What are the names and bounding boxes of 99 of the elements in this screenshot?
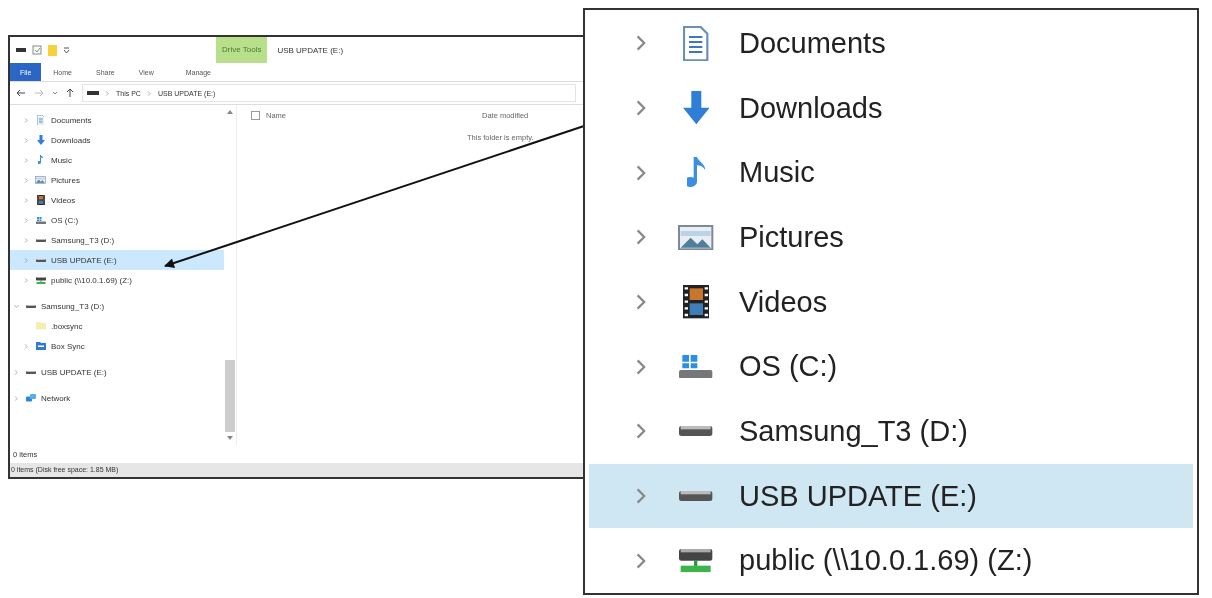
nav-item-label: USB UPDATE (E:): [41, 367, 107, 377]
system-drive-icon: [35, 216, 46, 224]
drive-icon: [25, 370, 36, 374]
nav-item[interactable]: Pictures: [589, 205, 1193, 270]
document-icon: [683, 25, 709, 61]
drive-icon: [35, 258, 46, 262]
nav-item[interactable]: OS (C:): [10, 210, 224, 230]
nav-item[interactable]: Music: [10, 150, 224, 170]
film-icon: [36, 195, 45, 205]
chevron-right-icon[interactable]: [22, 276, 30, 284]
nav-item[interactable]: public (\\10.0.1.69) (Z:): [10, 270, 224, 290]
nav-item-label: Documents: [739, 26, 886, 60]
nav-item-label: Videos: [739, 285, 828, 319]
nav-item[interactable]: Pictures: [10, 170, 224, 190]
chevron-right-icon[interactable]: [22, 156, 30, 164]
scrollbar-thumb[interactable]: [225, 360, 235, 432]
drive-icon: [35, 238, 46, 242]
chevron-right-icon[interactable]: [145, 89, 153, 97]
nav-item[interactable]: Samsung_T3 (D:): [589, 399, 1193, 464]
drive-icon: [679, 491, 713, 502]
nav-item-label: Documents: [51, 115, 92, 125]
music-note-icon: [686, 156, 706, 189]
network-drive-icon: [679, 549, 713, 573]
nav-item-label: Samsung_T3 (D:): [51, 235, 115, 245]
nav-item[interactable]: Music: [589, 140, 1193, 205]
nav-item-label: .boxsync: [51, 321, 83, 331]
dropdown-icon[interactable]: [52, 90, 58, 96]
drive-icon: [679, 426, 713, 437]
nav-item[interactable]: OS (C:): [589, 334, 1193, 400]
nav-item-label: Downloads: [51, 135, 91, 145]
nav-item[interactable]: USB UPDATE (E:): [10, 250, 224, 270]
nav-item-label: public (\\10.0.1.69) (Z:): [51, 275, 132, 285]
chevron-right-icon[interactable]: [22, 136, 30, 144]
folder-icon: [35, 322, 46, 330]
context-tab-label: Drive Tools: [216, 37, 268, 63]
nav-item-label: OS (C:): [739, 350, 838, 384]
chevron-right-icon[interactable]: [22, 342, 30, 350]
drive-icon[interactable]: [16, 47, 26, 53]
drive-icon: [87, 90, 99, 96]
nav-item-label: Music: [51, 155, 72, 165]
music-note-icon: [37, 155, 44, 165]
film-icon: [682, 285, 710, 319]
chevron-right-icon[interactable]: [104, 89, 111, 97]
nav-item-label: USB UPDATE (E:): [739, 479, 977, 513]
nav-item-label: Pictures: [51, 175, 80, 185]
chevron-right-icon[interactable]: [22, 116, 30, 124]
down-arrow-icon: [682, 91, 710, 125]
nav-item[interactable]: Videos: [589, 269, 1193, 335]
nav-item-label: Pictures: [739, 220, 844, 254]
picture-icon: [678, 224, 714, 250]
nav-item[interactable]: Downloads: [589, 75, 1193, 141]
nav-item-label: USB UPDATE (E:): [51, 255, 117, 265]
scroll-up-icon[interactable]: [227, 109, 233, 114]
folder-icon[interactable]: [48, 44, 57, 56]
down-arrow-icon: [36, 135, 45, 145]
nav-item[interactable]: Box Sync: [10, 336, 224, 356]
nav-item-label: OS (C:): [51, 215, 79, 225]
nav-item[interactable]: Samsung_T3 (D:): [10, 296, 224, 316]
chevron-right-icon[interactable]: [12, 368, 20, 376]
nav-item-label: Videos: [51, 195, 76, 205]
nav-item[interactable]: Documents: [10, 110, 224, 130]
nav-item[interactable]: public (\\10.0.1.69) (Z:): [589, 528, 1193, 594]
nav-item[interactable]: Samsung_T3 (D:): [10, 230, 224, 250]
chevron-right-icon[interactable]: [22, 216, 30, 224]
back-icon[interactable]: [16, 89, 26, 97]
nav-item-label: Samsung_T3 (D:): [739, 414, 968, 448]
picture-icon: [35, 176, 46, 184]
nav-item-label: Network: [41, 393, 71, 403]
nav-item-label: Downloads: [739, 91, 883, 125]
chevron-right-icon[interactable]: [22, 256, 30, 264]
nav-item[interactable]: USB UPDATE (E:): [10, 362, 224, 382]
nav-item[interactable]: Documents: [589, 11, 1193, 76]
forward-icon[interactable]: [34, 89, 44, 97]
nav-item[interactable]: USB UPDATE (E:): [589, 463, 1193, 529]
chevron-right-icon[interactable]: [12, 394, 20, 402]
chevron-right-icon[interactable]: [22, 196, 30, 204]
chevron-right-icon[interactable]: [22, 236, 30, 244]
nav-item-label: Music: [739, 156, 815, 190]
nav-item-label: Samsung_T3 (D:): [41, 301, 105, 311]
nav-item-label: Box Sync: [51, 341, 85, 351]
up-icon[interactable]: [66, 88, 74, 98]
window-title: USB UPDATE (E:): [276, 45, 344, 55]
drive-icon: [25, 304, 36, 308]
box-folder-icon: [35, 341, 46, 351]
chevron-down-icon[interactable]: [12, 302, 20, 310]
network-drive-icon: [35, 276, 46, 284]
scroll-down-icon[interactable]: [227, 436, 233, 441]
dropdown-icon[interactable]: [63, 46, 70, 54]
properties-icon[interactable]: [32, 45, 42, 55]
document-icon: [36, 114, 45, 126]
nav-item[interactable]: Videos: [10, 190, 224, 210]
network-icon: [25, 394, 36, 402]
nav-item[interactable]: Network: [10, 388, 224, 408]
chevron-right-icon[interactable]: [22, 176, 30, 184]
system-drive-icon: [679, 355, 713, 379]
nav-item[interactable]: Downloads: [10, 130, 224, 150]
select-all-checkbox[interactable]: [251, 110, 260, 120]
nav-item[interactable]: .boxsync: [10, 316, 224, 336]
nav-item-label: public (\\10.0.1.69) (Z:): [739, 544, 1033, 578]
